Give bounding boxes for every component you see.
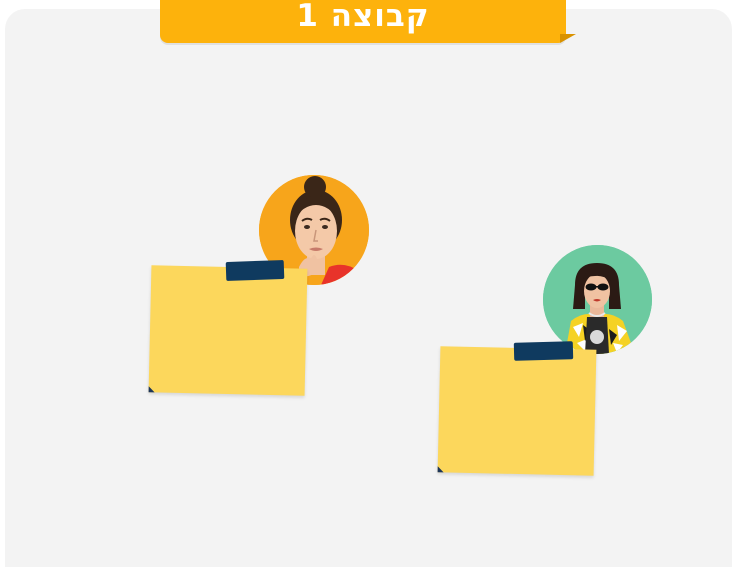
sticky-note-corner [148,386,155,393]
participant-2-avatar [543,245,652,354]
participant-1-tape [225,259,285,282]
group-title-banner: קבוצה 1 [160,0,566,43]
banner-fold-decoration [560,34,576,43]
group-title: קבוצה 1 [296,0,430,34]
participant-2-sticky-note[interactable] [437,346,597,476]
woman-with-sunglasses-photo [543,245,652,354]
participant-1-sticky-note[interactable] [148,265,308,396]
participant-2-tape [513,341,574,361]
sticky-note-corner [437,466,444,473]
